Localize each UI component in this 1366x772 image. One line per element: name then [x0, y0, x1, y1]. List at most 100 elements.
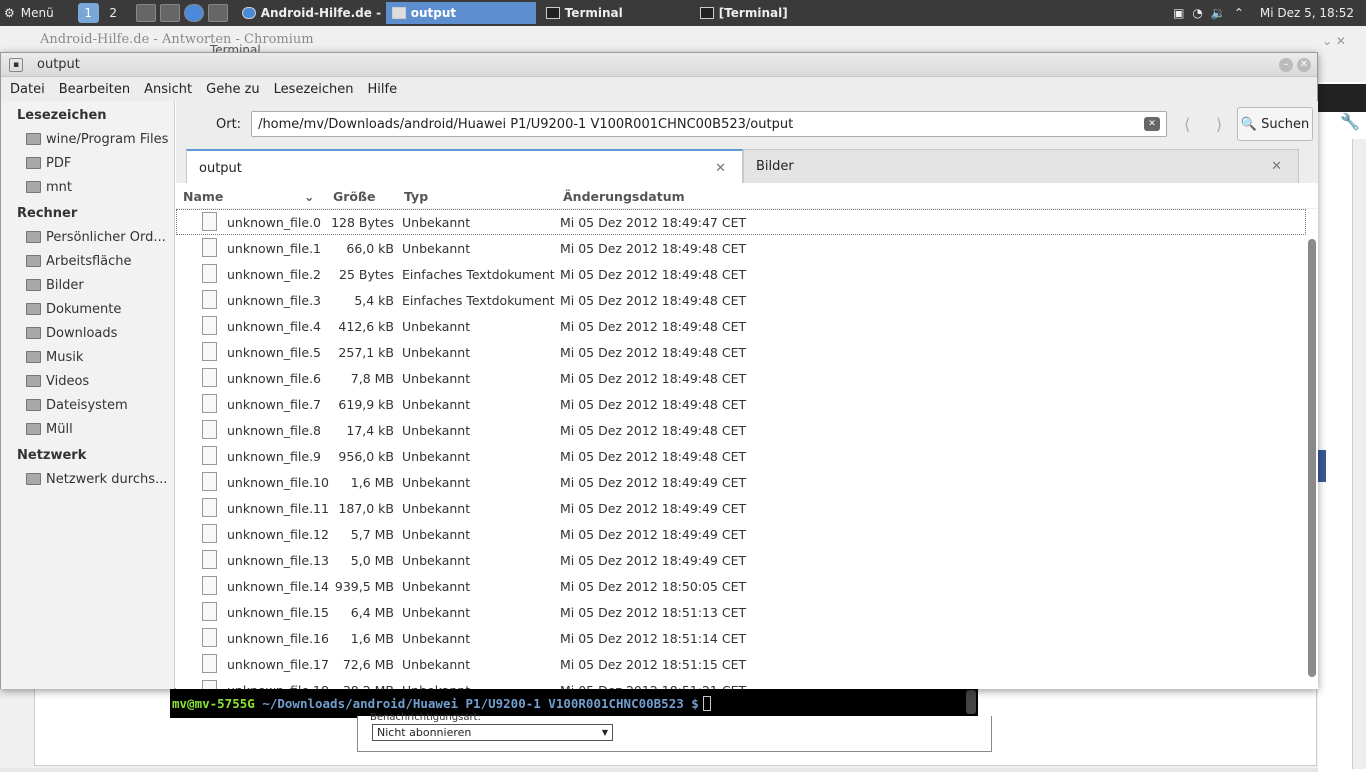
- file-date: Mi 05 Dez 2012 18:49:48 CET: [560, 293, 747, 308]
- file-icon: [202, 602, 217, 621]
- file-row[interactable]: unknown_file.6 7,8 MB Unbekannt Mi 05 Dez 2…: [176, 365, 1306, 391]
- terminal-scrollbar[interactable]: [966, 690, 976, 714]
- sidebar-item[interactable]: Netzwerk durchs...: [1, 467, 174, 491]
- file-name: unknown_file.15: [227, 605, 329, 620]
- file-row[interactable]: unknown_file.10 1,6 MB Unbekannt Mi 05 Dez …: [176, 469, 1306, 495]
- sidebar-item[interactable]: Downloads: [1, 321, 174, 345]
- menu-button[interactable]: ⚙ Menü: [0, 0, 58, 26]
- file-row[interactable]: unknown_file.17 72,6 MB Unbekannt Mi 05 Dez…: [176, 651, 1306, 677]
- tab-output[interactable]: output ✕: [186, 149, 743, 185]
- forward-icon[interactable]: ⟩: [1207, 115, 1231, 134]
- file-row[interactable]: unknown_file.16 1,6 MB Unbekannt Mi 05 Dez …: [176, 625, 1306, 651]
- sidebar-header-bookmarks: Lesezeichen: [17, 108, 107, 123]
- clear-location-icon[interactable]: ✕: [1144, 117, 1161, 131]
- task-terminal[interactable]: Terminal: [540, 2, 690, 24]
- volume-icon[interactable]: 🔉: [1211, 6, 1226, 20]
- file-type: Unbekannt: [402, 215, 471, 230]
- menu-gehe-zu[interactable]: Gehe zu: [199, 82, 267, 97]
- sort-chevron-down-icon[interactable]: ⌄: [304, 189, 314, 204]
- sidebar-item[interactable]: PDF: [1, 151, 174, 175]
- chromium-window-controls[interactable]: ⌄ ✕: [1322, 34, 1346, 48]
- wrench-icon[interactable]: 🔧: [1340, 112, 1360, 131]
- file-row[interactable]: unknown_file.2 25 Bytes Einfaches Textdoku…: [176, 261, 1306, 287]
- column-name[interactable]: Name: [183, 189, 223, 204]
- files-launcher-icon[interactable]: [207, 4, 228, 22]
- close-icon[interactable]: ✕: [1297, 57, 1311, 72]
- file-date: Mi 05 Dez 2012 18:49:49 CET: [560, 475, 747, 490]
- screenshot-launcher-icon[interactable]: [135, 4, 156, 22]
- chromium-toolbar-edge: [1318, 84, 1366, 112]
- workspace-1[interactable]: 1: [77, 3, 99, 23]
- sidebar-item[interactable]: mnt: [1, 175, 174, 199]
- file-row[interactable]: unknown_file.5 257,1 kB Unbekannt Mi 05 Dez…: [176, 339, 1306, 365]
- file-name: unknown_file.17: [227, 657, 329, 672]
- file-type: Unbekannt: [402, 579, 471, 594]
- file-name: unknown_file.14: [227, 579, 329, 594]
- subscription-box: Benachrichtigungsart: Nicht abonnieren: [357, 712, 992, 752]
- menu-hilfe[interactable]: Hilfe: [361, 82, 405, 97]
- file-row[interactable]: unknown_file.15 6,4 MB Unbekannt Mi 05 Dez …: [176, 599, 1306, 625]
- sidebar-header-computer: Rechner: [17, 206, 78, 221]
- sidebar-item[interactable]: Dokumente: [1, 297, 174, 321]
- file-size: 5,7 MB: [350, 527, 394, 542]
- wifi-icon[interactable]: ◔: [1192, 6, 1202, 20]
- file-row[interactable]: unknown_file.9 956,0 kB Unbekannt Mi 05 Dez…: [176, 443, 1306, 469]
- file-icon: [202, 498, 217, 517]
- file-manager-titlebar[interactable]: ▪ output – ✕: [1, 53, 1317, 77]
- chromium-launcher-icon[interactable]: [183, 4, 204, 22]
- file-row[interactable]: unknown_file.3 5,4 kB Einfaches Textdokume…: [176, 287, 1306, 313]
- back-icon[interactable]: ⟨: [1175, 115, 1199, 134]
- window-menu-icon[interactable]: ▪: [9, 57, 23, 72]
- task-output[interactable]: output: [385, 2, 536, 24]
- tab-bilder[interactable]: Bilder ✕: [743, 149, 1299, 183]
- monitor-launcher-icon[interactable]: [159, 4, 180, 22]
- column-size[interactable]: Größe: [333, 189, 375, 204]
- workspace-2[interactable]: 2: [103, 3, 124, 23]
- search-button[interactable]: 🔍 Suchen: [1237, 107, 1314, 141]
- close-tab-icon[interactable]: ✕: [1271, 159, 1282, 174]
- menu-ansicht[interactable]: Ansicht: [137, 82, 199, 97]
- sidebar-item[interactable]: Videos: [1, 369, 174, 393]
- sidebar-item[interactable]: Persönlicher Ord...: [1, 225, 174, 249]
- file-row[interactable]: unknown_file.11 187,0 kB Unbekannt Mi 05 De…: [176, 495, 1306, 521]
- menu-datei[interactable]: Datei: [3, 82, 52, 97]
- file-row[interactable]: unknown_file.7 619,9 kB Unbekannt Mi 05 Dez…: [176, 391, 1306, 417]
- minimize-icon[interactable]: –: [1279, 57, 1293, 72]
- file-row[interactable]: unknown_file.18 38,2 MB Unbekannt Mi 05 Dez…: [176, 677, 1306, 689]
- column-type[interactable]: Typ: [404, 189, 428, 204]
- file-row[interactable]: unknown_file.12 5,7 MB Unbekannt Mi 05 Dez …: [176, 521, 1306, 547]
- file-date: Mi 05 Dez 2012 18:51:15 CET: [560, 657, 747, 672]
- terminal-prompt: $: [691, 695, 699, 711]
- task-chromium[interactable]: Android-Hilfe.de - ...: [236, 2, 382, 24]
- page-scrollbar[interactable]: [1352, 139, 1366, 769]
- file-row[interactable]: unknown_file.0 128 Bytes Unbekannt Mi 05 De…: [176, 209, 1306, 235]
- file-name: unknown_file.18: [227, 683, 329, 689]
- chevron-up-icon[interactable]: ⌃: [1234, 6, 1244, 20]
- sidebar-item[interactable]: wine/Program Files: [1, 127, 174, 151]
- file-icon: [202, 238, 217, 257]
- task-terminal-2[interactable]: [Terminal]: [694, 2, 844, 24]
- file-row[interactable]: unknown_file.13 5,0 MB Unbekannt Mi 05 Dez …: [176, 547, 1306, 573]
- file-row[interactable]: unknown_file.8 17,4 kB Unbekannt Mi 05 Dez …: [176, 417, 1306, 443]
- location-input[interactable]: /home/mv/Downloads/android/Huawei P1/U92…: [251, 111, 1168, 137]
- column-date[interactable]: Änderungsdatum: [563, 189, 685, 204]
- sidebar-item[interactable]: Müll: [1, 417, 174, 441]
- sidebar-item[interactable]: Arbeitsfläche: [1, 249, 174, 273]
- file-list-scrollbar[interactable]: [1308, 239, 1316, 677]
- file-row[interactable]: unknown_file.14 939,5 MB Unbekannt Mi 05 De…: [176, 573, 1306, 599]
- file-manager-window: ▪ output – ✕ Datei Bearbeiten Ansicht Ge…: [0, 52, 1318, 689]
- menu-lesezeichen[interactable]: Lesezeichen: [267, 82, 361, 97]
- file-icon: [202, 368, 217, 387]
- file-row[interactable]: unknown_file.1 66,0 kB Unbekannt Mi 05 Dez …: [176, 235, 1306, 261]
- display-icon[interactable]: ▣: [1173, 6, 1184, 20]
- menu-bearbeiten[interactable]: Bearbeiten: [52, 82, 137, 97]
- sidebar-item[interactable]: Musik: [1, 345, 174, 369]
- close-tab-icon[interactable]: ✕: [715, 161, 726, 176]
- terminal-window[interactable]: mv@mv-5755G ~/Downloads/android/Huawei P…: [170, 688, 978, 718]
- file-row[interactable]: unknown_file.4 412,6 kB Unbekannt Mi 05 Dez…: [176, 313, 1306, 339]
- sidebar-item[interactable]: Bilder: [1, 273, 174, 297]
- subscription-select[interactable]: Nicht abonnieren: [372, 724, 613, 741]
- sidebar-item[interactable]: Dateisystem: [1, 393, 174, 417]
- clock[interactable]: Mi Dez 5, 18:52: [1260, 6, 1354, 20]
- file-icon: [202, 576, 217, 595]
